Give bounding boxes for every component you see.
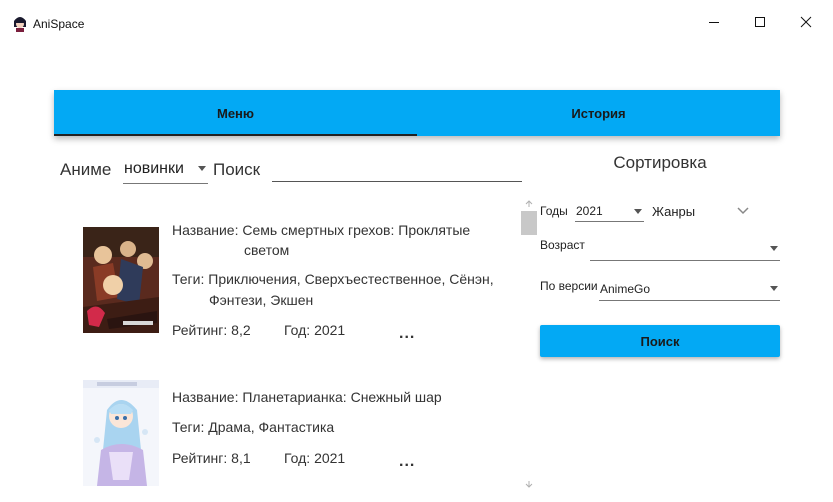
close-icon: [800, 15, 812, 33]
app-title: AniSpace: [33, 17, 85, 31]
maximize-icon: [754, 15, 766, 33]
more-options-button[interactable]: ...: [399, 325, 415, 343]
age-label: Возраст: [540, 238, 585, 252]
anime-filter-dropdown[interactable]: новинки: [123, 156, 208, 184]
search-button[interactable]: Поиск: [540, 325, 780, 357]
years-dropdown[interactable]: 2021: [575, 201, 644, 222]
title-prefix: Название:: [172, 222, 239, 238]
tags-prefix: Теги:: [172, 271, 205, 287]
tags-prefix: Теги:: [172, 419, 205, 435]
anime-label: Аниме: [60, 160, 112, 179]
dropdown-arrow-icon: [770, 286, 778, 291]
anime-filter-value: новинки: [124, 160, 184, 177]
anime-poster[interactable]: [83, 227, 159, 333]
anime-title-continued: светом: [244, 242, 290, 258]
close-button[interactable]: [791, 10, 821, 38]
genres-label: Жанры: [652, 204, 696, 219]
tags-text: Драма, Фантастика: [208, 419, 335, 435]
dropdown-arrow-icon: [634, 209, 642, 214]
dropdown-arrow-icon: [770, 246, 778, 251]
anime-tags-continued: Фэнтези, Экшен: [209, 292, 314, 308]
tags-text: Приключения, Сверхъестественное, Сёнэн,: [208, 271, 494, 287]
tab-bar: Меню История: [54, 90, 780, 136]
title-prefix: Название:: [172, 389, 239, 405]
version-value: AnimeGo: [600, 282, 651, 296]
maximize-button[interactable]: [745, 10, 775, 38]
title-text: Семь смертных грехов: Проклятые: [242, 222, 471, 238]
anime-year: Год: 2021: [284, 450, 346, 466]
version-label: По версии: [540, 279, 598, 293]
tab-menu[interactable]: Меню: [54, 90, 417, 136]
anime-rating: Рейтинг: 8,2: [172, 322, 251, 338]
scroll-up-arrow-icon[interactable]: [521, 197, 537, 211]
more-options-button[interactable]: ...: [399, 453, 415, 471]
anime-poster[interactable]: [83, 380, 159, 486]
scroll-down-arrow-icon[interactable]: [521, 477, 537, 491]
chevron-down-icon[interactable]: [735, 204, 751, 218]
anime-year: Год: 2021: [284, 322, 346, 338]
active-tab-indicator: [54, 134, 417, 136]
minimize-button[interactable]: [699, 10, 729, 38]
anime-tags: Теги: Драма, Фантастика: [172, 417, 334, 437]
sort-title: Сортировка: [613, 153, 707, 172]
dropdown-arrow-icon: [198, 166, 206, 171]
title-text: Планетарианка: Снежный шар: [242, 389, 442, 405]
age-dropdown[interactable]: [590, 236, 780, 261]
results-scrollbar[interactable]: [521, 197, 537, 493]
anime-rating: Рейтинг: 8,1: [172, 450, 251, 466]
anime-avatar-icon: [12, 15, 28, 32]
search-input[interactable]: [272, 157, 522, 182]
anime-title: Название: Семь смертных грехов: Прокляты…: [172, 220, 470, 240]
years-value: 2021: [576, 204, 603, 218]
search-label: Поиск: [213, 160, 261, 179]
title-bar: AniSpace: [0, 0, 833, 48]
version-dropdown[interactable]: AnimeGo: [599, 278, 780, 301]
years-label: Годы: [540, 204, 568, 218]
scroll-thumb[interactable]: [521, 211, 537, 235]
minimize-icon: [708, 15, 720, 33]
tab-history[interactable]: История: [417, 90, 780, 136]
anime-title: Название: Планетарианка: Снежный шар: [172, 387, 442, 407]
anime-tags: Теги: Приключения, Сверхъестественное, С…: [172, 269, 494, 289]
